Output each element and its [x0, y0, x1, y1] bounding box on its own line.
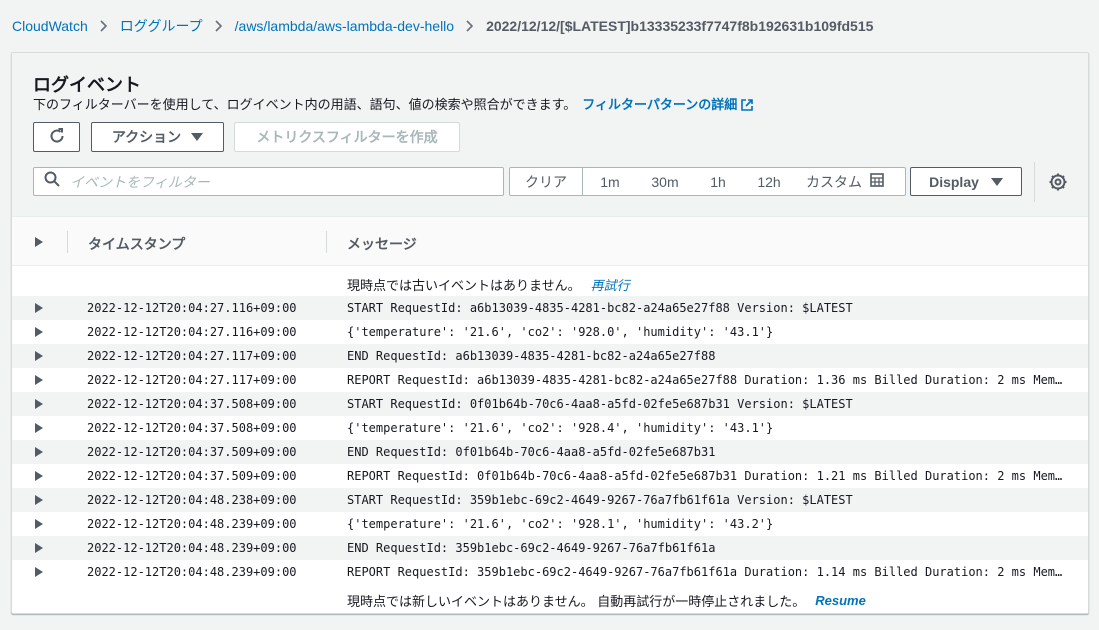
description-text: 下のフィルターバーを使用して、ログイベント内の用語、語句、値の検索や照合ができま…	[33, 97, 577, 112]
log-events-panel: ログイベント 下のフィルターバーを使用して、ログイベント内の用語、語句、値の検索…	[11, 52, 1089, 614]
caret-down-icon	[990, 177, 1003, 186]
expand-row-icon[interactable]	[35, 375, 43, 385]
expand-row-icon[interactable]	[35, 471, 43, 481]
chevron-right-icon	[215, 20, 223, 32]
time-range-1m[interactable]: 1m	[583, 168, 637, 195]
row-timestamp: 2022-12-12T20:04:27.116+09:00	[87, 325, 297, 339]
row-message: REPORT RequestId: 359b1ebc-69c2-4649-926…	[347, 565, 1069, 579]
chevron-right-icon	[100, 20, 108, 32]
log-event-list: 2022-12-12T20:04:27.116+09:00 START Reque…	[12, 296, 1088, 584]
older-events-text: 現時点では古いイベントはありません。	[347, 277, 581, 293]
expand-row-icon[interactable]	[35, 327, 43, 337]
row-message: REPORT RequestId: a6b13039-4835-4281-bc8…	[347, 373, 1069, 387]
chevron-right-icon	[466, 20, 474, 32]
filter-events-search[interactable]	[33, 167, 504, 196]
row-timestamp: 2022-12-12T20:04:37.508+09:00	[87, 421, 297, 435]
time-range-custom[interactable]: カスタム	[795, 168, 895, 195]
actions-label: アクション	[111, 129, 182, 145]
panel-header: ログイベント 下のフィルターバーを使用して、ログイベント内の用語、語句、値の検索…	[12, 53, 1088, 217]
expand-row-icon[interactable]	[35, 543, 43, 553]
expand-row-icon[interactable]	[35, 351, 43, 361]
table-row[interactable]: 2022-12-12T20:04:37.509+09:00 REPORT Requ…	[12, 464, 1088, 488]
table-row[interactable]: 2022-12-12T20:04:27.117+09:00 END Request…	[12, 344, 1088, 368]
row-timestamp: 2022-12-12T20:04:27.116+09:00	[87, 301, 297, 315]
filter-pattern-help-link[interactable]: フィルターパターンの詳細	[582, 97, 754, 114]
table-row[interactable]: 2022-12-12T20:04:48.239+09:00 {'temperatu…	[12, 512, 1088, 536]
expand-row-icon[interactable]	[35, 303, 43, 313]
row-timestamp: 2022-12-12T20:04:48.239+09:00	[87, 541, 297, 555]
table-row[interactable]: 2022-12-12T20:04:27.116+09:00 START Reque…	[12, 296, 1088, 320]
breadcrumb-current-stream: 2022/12/12/[$LATEST]b13335233f7747f8b192…	[486, 18, 874, 34]
row-timestamp: 2022-12-12T20:04:37.508+09:00	[87, 397, 297, 411]
row-message: START RequestId: 0f01b64b-70c6-4aa8-a5fd…	[347, 397, 853, 411]
row-message: {'temperature': '21.6', 'co2': '928.1', …	[347, 517, 774, 531]
row-message: {'temperature': '21.6', 'co2': '928.4', …	[347, 421, 774, 435]
create-metric-filter-button[interactable]: メトリクスフィルターを作成	[234, 122, 460, 152]
time-range-1h[interactable]: 1h	[693, 168, 743, 195]
row-timestamp: 2022-12-12T20:04:37.509+09:00	[87, 469, 297, 483]
custom-label: カスタム	[806, 173, 862, 190]
table-header: タイムスタンプ メッセージ	[12, 217, 1088, 266]
row-message: END RequestId: 359b1ebc-69c2-4649-9267-7…	[347, 541, 716, 555]
actions-dropdown[interactable]: アクション	[91, 122, 224, 152]
row-timestamp: 2022-12-12T20:04:48.238+09:00	[87, 493, 297, 507]
breadcrumb-log-group[interactable]: /aws/lambda/aws-lambda-dev-hello	[235, 18, 454, 34]
time-range-clear[interactable]: クリア	[510, 168, 583, 195]
row-message: START RequestId: 359b1ebc-69c2-4649-9267…	[347, 493, 853, 507]
row-timestamp: 2022-12-12T20:04:37.509+09:00	[87, 445, 297, 459]
gear-icon[interactable]	[1048, 172, 1068, 192]
search-icon	[44, 171, 60, 192]
newer-events-notice: 現時点では新しいイベントはありません。 自動再試行が一時停止されました。 Res…	[347, 588, 866, 612]
older-events-notice: 現時点では古いイベントはありません。 再試行	[347, 272, 630, 296]
column-separator	[326, 231, 327, 253]
time-range-12h[interactable]: 12h	[743, 168, 795, 195]
display-label: Display	[929, 173, 979, 190]
column-separator	[67, 231, 68, 253]
table-row[interactable]: 2022-12-12T20:04:37.508+09:00 START Reque…	[12, 392, 1088, 416]
time-range-30m[interactable]: 30m	[637, 168, 693, 195]
row-message: START RequestId: a6b13039-4835-4281-bc82…	[347, 301, 853, 315]
breadcrumb-cloudwatch[interactable]: CloudWatch	[12, 18, 88, 34]
time-range-selector: クリア 1m 30m 1h 12h カスタム	[509, 167, 906, 196]
refresh-button[interactable]	[33, 122, 80, 152]
row-timestamp: 2022-12-12T20:04:27.117+09:00	[87, 349, 297, 363]
table-row[interactable]: 2022-12-12T20:04:48.239+09:00 REPORT Requ…	[12, 560, 1088, 584]
search-input[interactable]	[70, 173, 470, 190]
table-row[interactable]: 2022-12-12T20:04:27.116+09:00 {'temperatu…	[12, 320, 1088, 344]
calendar-icon	[870, 173, 884, 190]
expand-row-icon[interactable]	[35, 519, 43, 529]
column-header-timestamp[interactable]: タイムスタンプ	[88, 234, 185, 254]
newer-events-text: 現時点では新しいイベントはありません。 自動再試行が一時停止されました。	[347, 593, 806, 609]
breadcrumb: CloudWatch ロググループ /aws/lambda/aws-lambda…	[12, 16, 873, 36]
row-timestamp: 2022-12-12T20:04:48.239+09:00	[87, 565, 297, 579]
resume-link[interactable]: Resume	[815, 593, 866, 608]
row-message: {'temperature': '21.6', 'co2': '928.0', …	[347, 325, 774, 339]
external-link-icon	[741, 99, 754, 114]
table-row[interactable]: 2022-12-12T20:04:27.117+09:00 REPORT Requ…	[12, 368, 1088, 392]
panel-description: 下のフィルターバーを使用して、ログイベント内の用語、語句、値の検索や照合ができま…	[33, 94, 754, 114]
row-message: END RequestId: 0f01b64b-70c6-4aa8-a5fd-0…	[347, 445, 716, 459]
expand-row-icon[interactable]	[35, 447, 43, 457]
expand-row-icon[interactable]	[35, 399, 43, 409]
expand-row-icon[interactable]	[35, 567, 43, 577]
refresh-icon	[48, 127, 66, 148]
expand-all-icon[interactable]	[35, 237, 43, 247]
table-row[interactable]: 2022-12-12T20:04:48.239+09:00 END Request…	[12, 536, 1088, 560]
table-row[interactable]: 2022-12-12T20:04:37.508+09:00 {'temperatu…	[12, 416, 1088, 440]
row-timestamp: 2022-12-12T20:04:48.239+09:00	[87, 517, 297, 531]
display-dropdown[interactable]: Display	[910, 167, 1022, 196]
row-message: REPORT RequestId: 0f01b64b-70c6-4aa8-a5f…	[347, 469, 1069, 483]
retry-link[interactable]: 再試行	[591, 275, 630, 294]
breadcrumb-log-groups[interactable]: ロググループ	[120, 16, 203, 36]
table-row[interactable]: 2022-12-12T20:04:37.509+09:00 END Request…	[12, 440, 1088, 464]
table-row[interactable]: 2022-12-12T20:04:48.238+09:00 START Reque…	[12, 488, 1088, 512]
row-message: END RequestId: a6b13039-4835-4281-bc82-a…	[347, 349, 716, 363]
divider	[1034, 162, 1035, 202]
expand-row-icon[interactable]	[35, 423, 43, 433]
row-timestamp: 2022-12-12T20:04:27.117+09:00	[87, 373, 297, 387]
column-header-message[interactable]: メッセージ	[347, 234, 417, 254]
help-link-label: フィルターパターンの詳細	[582, 97, 738, 112]
expand-row-icon[interactable]	[35, 495, 43, 505]
caret-down-icon	[191, 133, 204, 141]
